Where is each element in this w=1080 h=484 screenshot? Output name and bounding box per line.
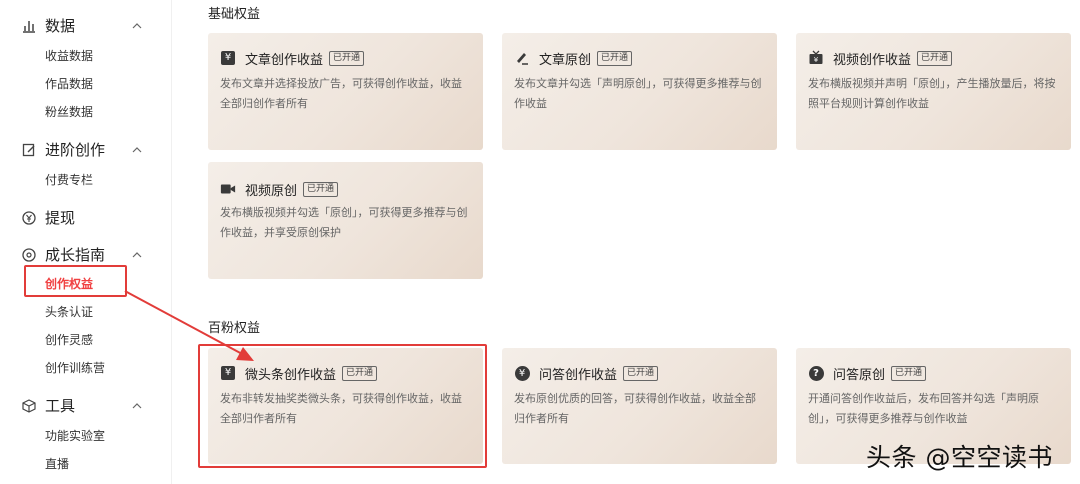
card-video-revenue[interactable]: ¥ 视频创作收益 已开通 发布横版视频并声明「原创」，产生播放量后，将按照平台规… [796, 33, 1071, 150]
sidebar-group-title: 工具 [45, 396, 76, 415]
card-title: 问答原创 [833, 367, 886, 383]
yen-circle-icon: ¥ [514, 365, 530, 381]
sidebar-group-tools[interactable]: 工具 [22, 394, 144, 416]
card-description: 发布横版视频并声明「原创」，产生播放量后，将按照平台规则计算创作收益 [808, 77, 1056, 110]
annotation-highlight-box [24, 265, 127, 297]
chevron-up-icon[interactable] [130, 142, 144, 156]
card-title: 问答创作收益 [539, 367, 618, 383]
sidebar-item-paid-column[interactable]: 付费专栏 [45, 171, 93, 188]
section-title-fans: 百粉权益 [208, 321, 261, 336]
annotation-highlight-box [198, 344, 487, 468]
sidebar-group-growth-guide[interactable]: 成长指南 [22, 243, 144, 265]
card-video-original[interactable]: 视频原创 已开通 发布横版视频并勾选「原创」，可获得更多推荐与创作收益，并享受原… [208, 162, 483, 279]
status-badge: 已开通 [597, 50, 633, 66]
status-badge: 已开通 [623, 365, 659, 381]
sidebar-item-training-camp[interactable]: 创作训练营 [45, 359, 105, 376]
status-badge: 已开通 [917, 50, 953, 66]
chevron-up-icon[interactable] [130, 18, 144, 32]
sidebar-group-title: 提现 [45, 208, 76, 227]
yen-coin-icon [22, 210, 36, 225]
card-description: 发布横版视频并勾选「原创」，可获得更多推荐与创作收益，并享受原创保护 [220, 206, 468, 239]
status-badge: 已开通 [303, 181, 339, 197]
card-qa-revenue[interactable]: ¥ 问答创作收益 已开通 发布原创优质的回答，可获得创作收益，收益全部归作者所有 [502, 348, 777, 464]
sidebar-item-fans-data[interactable]: 粉丝数据 [45, 103, 93, 120]
sidebar-item-inspiration[interactable]: 创作灵感 [45, 331, 93, 348]
section-title-basic: 基础权益 [208, 7, 261, 22]
card-article-original[interactable]: 文章原创 已开通 发布文章并勾选「声明原创」，可获得更多推荐与创作收益 [502, 33, 777, 150]
chevron-up-icon[interactable] [130, 398, 144, 412]
card-title: 视频创作收益 [833, 52, 912, 68]
sidebar: 数据 收益数据 作品数据 粉丝数据 进阶创作 付费专栏 提现 成长指南 创作权益… [0, 0, 172, 484]
sidebar-group-withdraw[interactable]: 提现 [22, 206, 144, 228]
sidebar-group-advanced[interactable]: 进阶创作 [22, 138, 144, 160]
sidebar-item-live[interactable]: 直播 [45, 455, 69, 472]
card-article-revenue[interactable]: ¥ 文章创作收益 已开通 发布文章并选择投放广告，可获得创作收益，收益全部归创作… [208, 33, 483, 150]
video-camera-icon [220, 181, 236, 197]
sidebar-item-revenue-data[interactable]: 收益数据 [45, 47, 93, 64]
chevron-up-icon[interactable] [130, 247, 144, 261]
tv-icon: ¥ [808, 50, 824, 66]
svg-text:¥: ¥ [814, 56, 819, 64]
sidebar-group-title: 数据 [45, 16, 76, 35]
sidebar-group-title: 成长指南 [45, 245, 106, 264]
card-description: 发布文章并选择投放广告，可获得创作收益，收益全部归创作者所有 [220, 77, 462, 110]
card-description: 开通问答创作收益后，发布回答并勾选「声明原创」，可获得更多推荐与创作收益 [808, 392, 1039, 425]
watermark-text: 头条 @空空读书 [866, 443, 1053, 472]
sidebar-item-feature-lab[interactable]: 功能实验室 [45, 427, 105, 444]
status-badge: 已开通 [329, 50, 365, 66]
compass-icon [22, 247, 36, 262]
sidebar-item-verification[interactable]: 头条认证 [45, 303, 93, 320]
edit-icon [22, 142, 36, 157]
sidebar-group-data[interactable]: 数据 [22, 14, 144, 36]
yen-square-icon: ¥ [220, 50, 236, 66]
card-description: 发布文章并勾选「声明原创」，可获得更多推荐与创作收益 [514, 77, 762, 110]
card-title: 视频原创 [245, 183, 298, 199]
card-title: 文章原创 [539, 52, 592, 68]
sidebar-item-content-data[interactable]: 作品数据 [45, 75, 93, 92]
bar-chart-icon [22, 18, 36, 33]
cube-icon [22, 398, 36, 413]
card-description: 发布原创优质的回答，可获得创作收益，收益全部归作者所有 [514, 392, 756, 425]
question-icon: ? [808, 365, 824, 381]
pen-icon [514, 50, 530, 66]
sidebar-group-title: 进阶创作 [45, 140, 106, 159]
status-badge: 已开通 [891, 365, 927, 381]
card-title: 文章创作收益 [245, 52, 324, 68]
